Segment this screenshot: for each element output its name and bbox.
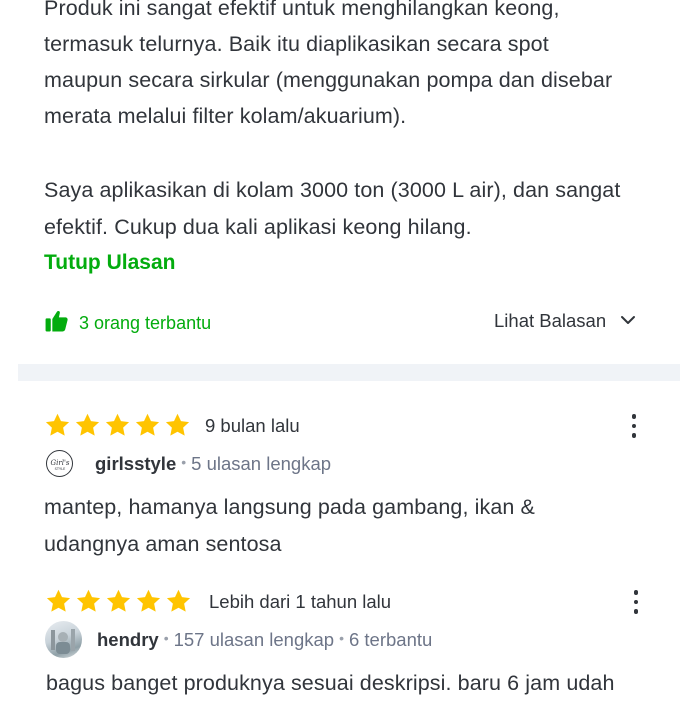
review-time: 9 bulan lalu (205, 414, 300, 436)
star-icon (165, 413, 190, 436)
star-icon (135, 413, 160, 436)
review-text-line: mantep, hamanya langsung pada gambang, i… (44, 495, 535, 519)
review-text-line: bagus banget produknya sesuai deskripsi.… (46, 671, 615, 695)
star-icon (46, 589, 71, 612)
review-text-line: maupun secara sirkular (menggunakan pomp… (44, 68, 613, 92)
avatar[interactable]: Girl's STYLE (46, 450, 73, 477)
star-icon (106, 589, 131, 612)
review-text-line: termasuk telurnya. Baik itu diaplikasika… (44, 32, 549, 56)
helpful-button[interactable]: 3 orang terbantu (44, 308, 211, 338)
avatar-photo (51, 629, 75, 654)
avatar[interactable] (45, 621, 82, 658)
separator-dot: • (181, 453, 187, 470)
reviewer-name[interactable]: girlsstyle (95, 453, 176, 475)
star-icon (166, 589, 191, 612)
collapse-review-link[interactable]: Tutup Ulasan (44, 251, 175, 275)
reviewer-info: Girl's STYLE girlsstyle • 5 ulasan lengk… (46, 450, 331, 477)
star-icon (45, 413, 70, 436)
review-text-line: efektif. Cukup dua kali aplikasi keong h… (44, 215, 472, 239)
reviewer-meta: 5 ulasan lengkap (191, 452, 332, 474)
reviewer-meta: 157 ulasan lengkap (173, 628, 335, 650)
svg-text:STYLE: STYLE (54, 467, 65, 471)
avatar-logo: Girl's STYLE (50, 459, 69, 471)
star-icon (136, 589, 161, 612)
svg-text:Girl's: Girl's (50, 459, 69, 467)
rating-stars (44, 412, 191, 439)
helpful-count: 6 terbantu (348, 628, 433, 650)
star-icon (105, 413, 130, 436)
more-vertical-icon[interactable] (633, 590, 639, 614)
view-replies-button[interactable]: Lihat Balasan (494, 310, 636, 332)
review-header: Lebih dari 1 tahun lalu (45, 588, 391, 615)
review-header: 9 bulan lalu (44, 412, 300, 439)
review-time: Lebih dari 1 tahun lalu (209, 590, 392, 612)
reviewer-info: hendry • 157 ulasan lengkap • 6 terbantu (45, 621, 432, 658)
thumbs-up-icon (44, 308, 69, 338)
review-text-line: Saya aplikasikan di kolam 3000 ton (3000… (44, 178, 621, 202)
separator-dot: • (339, 629, 344, 646)
review-divider (18, 364, 680, 381)
review-text-line: merata melalui filter kolam/akuarium). (44, 104, 407, 128)
chevron-down-icon (620, 312, 636, 330)
reviewer-name[interactable]: hendry (97, 629, 159, 651)
star-icon (76, 589, 101, 612)
helpful-count: 3 orang terbantu (79, 312, 212, 333)
star-icon (75, 413, 100, 436)
rating-stars (45, 588, 192, 615)
separator-dot: • (163, 629, 169, 646)
review-text-line: udangnya aman sentosa (44, 532, 282, 556)
view-replies-label: Lihat Balasan (494, 310, 607, 331)
more-vertical-icon[interactable] (631, 414, 637, 438)
review-text-line: Produk ini sangat efektif untuk menghila… (44, 0, 560, 20)
